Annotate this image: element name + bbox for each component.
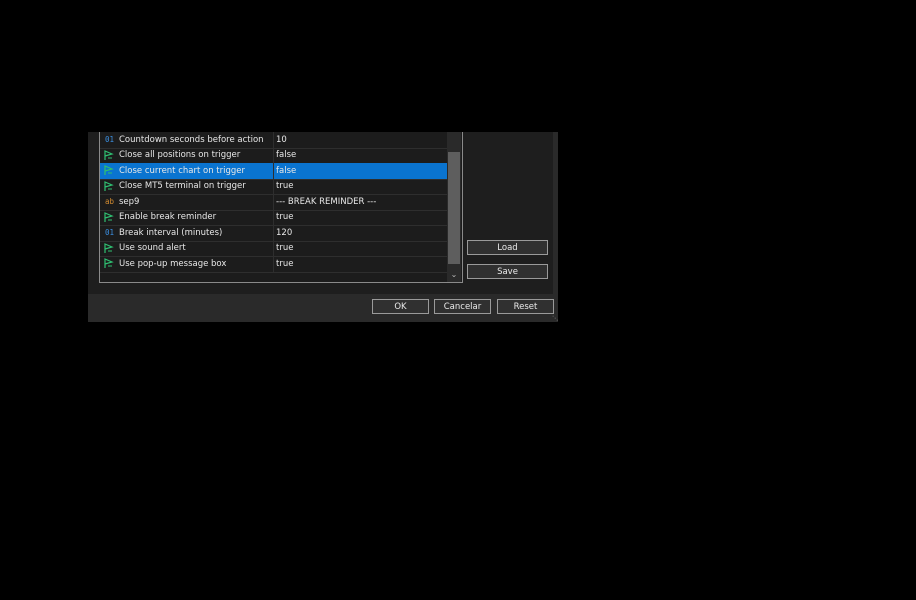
vertical-scrollbar[interactable]: ⌄ [447, 132, 461, 282]
ok-button[interactable]: OK [372, 299, 429, 314]
param-value[interactable]: true [276, 210, 293, 226]
param-name: Break interval (minutes) [119, 227, 223, 238]
param-value[interactable]: 10 [276, 132, 287, 148]
param-name: Enable break reminder [119, 212, 217, 223]
param-name: Close all positions on trigger [119, 150, 241, 161]
param-name-cell: Use pop-up message box [100, 256, 274, 272]
cancel-button[interactable]: Cancelar [434, 299, 491, 314]
param-name: Use sound alert [119, 243, 186, 254]
bool-icon [103, 180, 116, 192]
param-name: Close current chart on trigger [119, 165, 246, 176]
bool-icon [103, 165, 116, 176]
param-name-cell: 01 Countdown seconds before action [100, 132, 274, 148]
save-button[interactable]: Save [467, 264, 548, 279]
param-name-cell: Close MT5 terminal on trigger [100, 178, 274, 194]
param-name-cell: ab sep9 [100, 194, 274, 210]
param-row[interactable]: Close all positions on trigger false [100, 147, 447, 164]
param-value[interactable]: false [276, 163, 296, 179]
load-button[interactable]: Load [467, 240, 548, 255]
param-name-cell: Close all positions on trigger [100, 147, 274, 163]
param-value[interactable]: true [276, 241, 293, 257]
int-icon: 01 [104, 228, 115, 238]
param-value[interactable]: true [276, 256, 293, 272]
param-row[interactable]: Enable break reminder true [100, 209, 447, 226]
param-name: Use pop-up message box [119, 258, 227, 269]
param-name-cell: Close current chart on trigger [100, 163, 274, 179]
param-row[interactable]: 01 Countdown seconds before action 10 [100, 132, 447, 149]
reset-button[interactable]: Reset [497, 299, 554, 314]
parameters-grid: 01 Countdown seconds before action 10 Close… [99, 132, 463, 283]
param-row[interactable]: Close current chart on trigger false [100, 163, 447, 180]
param-value[interactable]: --- BREAK REMINDER --- [276, 194, 376, 210]
param-row[interactable]: Use pop-up message box true [100, 256, 447, 273]
param-value[interactable]: true [276, 179, 293, 195]
param-row[interactable]: ab sep9 --- BREAK REMINDER --- [100, 194, 447, 211]
inputs-dialog: 01 Countdown seconds before action 10 Close… [88, 132, 558, 322]
scrollbar-thumb[interactable] [448, 152, 460, 264]
param-row[interactable]: Use sound alert true [100, 240, 447, 257]
param-value[interactable]: false [276, 148, 296, 164]
int-icon: 01 [104, 135, 115, 145]
param-name-cell: Use sound alert [100, 240, 274, 256]
param-name-cell: Enable break reminder [100, 209, 274, 225]
param-name: sep9 [119, 196, 140, 207]
param-name: Close MT5 terminal on trigger [119, 181, 246, 192]
param-name-cell: 01 Break interval (minutes) [100, 225, 274, 241]
bool-icon [103, 242, 116, 254]
string-icon: ab [104, 197, 115, 207]
param-row[interactable]: 01 Break interval (minutes) 120 [100, 225, 447, 242]
bool-icon [103, 149, 116, 161]
param-row[interactable]: Close MT5 terminal on trigger true [100, 178, 447, 195]
resize-grip-icon[interactable]: ⋱ [552, 316, 558, 322]
param-value[interactable]: 120 [276, 225, 292, 241]
bool-icon [103, 258, 116, 269]
scroll-down-icon[interactable]: ⌄ [447, 268, 461, 282]
bool-icon [103, 211, 116, 223]
param-name: Countdown seconds before action [119, 134, 264, 145]
